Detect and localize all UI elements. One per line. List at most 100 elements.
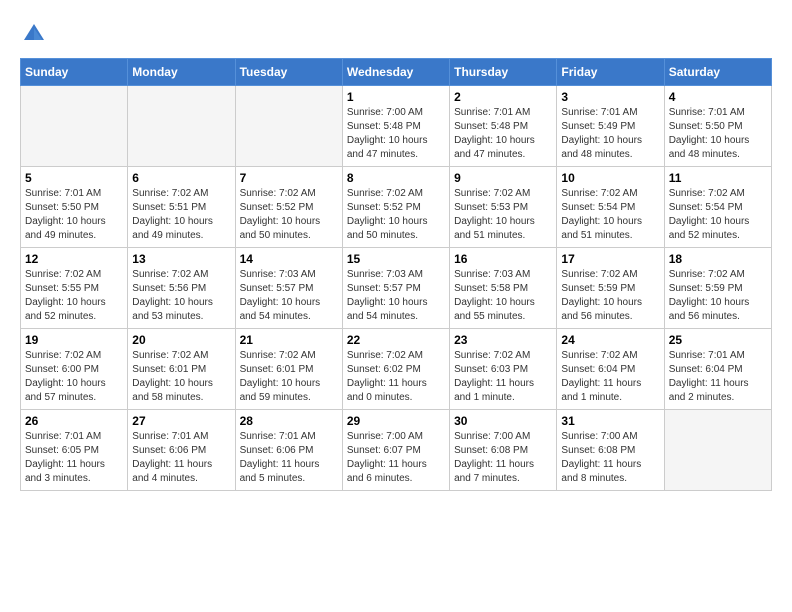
calendar-cell: 7 Sunrise: 7:02 AM Sunset: 5:52 PM Daylig… [235,167,342,248]
day-info: Sunrise: 7:01 AM Sunset: 6:06 PM Dayligh… [132,430,230,486]
day-number: 3 [561,90,659,104]
day-info: Sunrise: 7:03 AM Sunset: 5:57 PM Dayligh… [240,268,338,324]
day-header-sunday: Sunday [21,59,128,86]
day-number: 28 [240,414,338,428]
day-number: 29 [347,414,445,428]
calendar-week-3: 12 Sunrise: 7:02 AM Sunset: 5:55 PM Dayli… [21,248,772,329]
day-info: Sunrise: 7:02 AM Sunset: 5:55 PM Dayligh… [25,268,123,324]
calendar-cell: 10Sunrise: 7:02 AM Sunset: 5:54 PM Dayli… [557,167,664,248]
calendar-cell: 27 Sunrise: 7:01 AM Sunset: 6:06 PM Dayli… [128,410,235,491]
calendar-cell: 26 Sunrise: 7:01 AM Sunset: 6:05 PM Dayli… [21,410,128,491]
day-number: 26 [25,414,123,428]
calendar-cell: 3Sunrise: 7:01 AM Sunset: 5:49 PM Daylig… [557,86,664,167]
day-number: 11 [669,171,767,185]
day-number: 15 [347,252,445,266]
calendar-cell: 15 Sunrise: 7:03 AM Sunset: 5:57 PM Dayli… [342,248,449,329]
day-info: Sunrise: 7:02 AM Sunset: 5:54 PM Dayligh… [669,187,767,243]
day-info: Sunrise: 7:01 AM Sunset: 6:06 PM Dayligh… [240,430,338,486]
day-number: 13 [132,252,230,266]
day-info: Sunrise: 7:02 AM Sunset: 5:53 PM Dayligh… [454,187,552,243]
day-number: 23 [454,333,552,347]
day-info: Sunrise: 7:02 AM Sunset: 5:52 PM Dayligh… [347,187,445,243]
calendar-cell: 13 Sunrise: 7:02 AM Sunset: 5:56 PM Dayli… [128,248,235,329]
calendar-week-2: 5 Sunrise: 7:01 AM Sunset: 5:50 PM Daylig… [21,167,772,248]
calendar-cell: 17 Sunrise: 7:02 AM Sunset: 5:59 PM Dayli… [557,248,664,329]
day-number: 6 [132,171,230,185]
day-info: Sunrise: 7:02 AM Sunset: 5:56 PM Dayligh… [132,268,230,324]
calendar-cell: 23 Sunrise: 7:02 AM Sunset: 6:03 PM Dayli… [450,329,557,410]
day-info: Sunrise: 7:02 AM Sunset: 5:51 PM Dayligh… [132,187,230,243]
calendar-cell [21,86,128,167]
day-number: 25 [669,333,767,347]
calendar-cell: 22Sunrise: 7:02 AM Sunset: 6:02 PM Dayli… [342,329,449,410]
calendar-table: SundayMondayTuesdayWednesdayThursdayFrid… [20,58,772,491]
day-info: Sunrise: 7:01 AM Sunset: 6:05 PM Dayligh… [25,430,123,486]
day-info: Sunrise: 7:02 AM Sunset: 6:04 PM Dayligh… [561,349,659,405]
day-number: 19 [25,333,123,347]
calendar-cell: 31 Sunrise: 7:00 AM Sunset: 6:08 PM Dayli… [557,410,664,491]
calendar-cell: 2 Sunrise: 7:01 AM Sunset: 5:48 PM Daylig… [450,86,557,167]
day-number: 17 [561,252,659,266]
day-info: Sunrise: 7:02 AM Sunset: 6:03 PM Dayligh… [454,349,552,405]
day-info: Sunrise: 7:01 AM Sunset: 5:50 PM Dayligh… [669,106,767,162]
day-number: 22 [347,333,445,347]
day-info: Sunrise: 7:02 AM Sunset: 6:01 PM Dayligh… [240,349,338,405]
day-number: 18 [669,252,767,266]
day-info: Sunrise: 7:01 AM Sunset: 5:48 PM Dayligh… [454,106,552,162]
calendar-cell: 20 Sunrise: 7:02 AM Sunset: 6:01 PM Dayli… [128,329,235,410]
day-header-monday: Monday [128,59,235,86]
logo [20,20,52,48]
day-header-thursday: Thursday [450,59,557,86]
day-info: Sunrise: 7:03 AM Sunset: 5:58 PM Dayligh… [454,268,552,324]
day-number: 4 [669,90,767,104]
day-info: Sunrise: 7:02 AM Sunset: 5:59 PM Dayligh… [561,268,659,324]
calendar-cell: 28 Sunrise: 7:01 AM Sunset: 6:06 PM Dayli… [235,410,342,491]
day-number: 27 [132,414,230,428]
calendar-cell: 11 Sunrise: 7:02 AM Sunset: 5:54 PM Dayli… [664,167,771,248]
calendar-cell: 25 Sunrise: 7:01 AM Sunset: 6:04 PM Dayli… [664,329,771,410]
day-number: 21 [240,333,338,347]
calendar-cell: 1 Sunrise: 7:00 AM Sunset: 5:48 PM Daylig… [342,86,449,167]
day-number: 20 [132,333,230,347]
day-info: Sunrise: 7:02 AM Sunset: 5:52 PM Dayligh… [240,187,338,243]
day-number: 8 [347,171,445,185]
day-info: Sunrise: 7:00 AM Sunset: 5:48 PM Dayligh… [347,106,445,162]
day-number: 5 [25,171,123,185]
day-number: 16 [454,252,552,266]
day-info: Sunrise: 7:01 AM Sunset: 5:50 PM Dayligh… [25,187,123,243]
calendar-cell: 12 Sunrise: 7:02 AM Sunset: 5:55 PM Dayli… [21,248,128,329]
calendar-cell: 4 Sunrise: 7:01 AM Sunset: 5:50 PM Daylig… [664,86,771,167]
calendar-cell: 19 Sunrise: 7:02 AM Sunset: 6:00 PM Dayli… [21,329,128,410]
calendar-cell: 9Sunrise: 7:02 AM Sunset: 5:53 PM Daylig… [450,167,557,248]
calendar-cell: 24 Sunrise: 7:02 AM Sunset: 6:04 PM Dayli… [557,329,664,410]
calendar-week-5: 26 Sunrise: 7:01 AM Sunset: 6:05 PM Dayli… [21,410,772,491]
day-info: Sunrise: 7:00 AM Sunset: 6:07 PM Dayligh… [347,430,445,486]
day-number: 12 [25,252,123,266]
day-header-friday: Friday [557,59,664,86]
calendar-cell: 5 Sunrise: 7:01 AM Sunset: 5:50 PM Daylig… [21,167,128,248]
day-number: 2 [454,90,552,104]
calendar-cell: 30 Sunrise: 7:00 AM Sunset: 6:08 PM Dayli… [450,410,557,491]
day-header-tuesday: Tuesday [235,59,342,86]
day-info: Sunrise: 7:00 AM Sunset: 6:08 PM Dayligh… [561,430,659,486]
logo-icon [20,20,48,48]
calendar-cell [128,86,235,167]
day-info: Sunrise: 7:01 AM Sunset: 6:04 PM Dayligh… [669,349,767,405]
day-info: Sunrise: 7:02 AM Sunset: 6:01 PM Dayligh… [132,349,230,405]
day-number: 1 [347,90,445,104]
day-info: Sunrise: 7:02 AM Sunset: 5:54 PM Dayligh… [561,187,659,243]
calendar-cell: 18 Sunrise: 7:02 AM Sunset: 5:59 PM Dayli… [664,248,771,329]
day-number: 24 [561,333,659,347]
day-number: 14 [240,252,338,266]
calendar-cell: 16 Sunrise: 7:03 AM Sunset: 5:58 PM Dayli… [450,248,557,329]
day-info: Sunrise: 7:00 AM Sunset: 6:08 PM Dayligh… [454,430,552,486]
calendar-cell: 29 Sunrise: 7:00 AM Sunset: 6:07 PM Dayli… [342,410,449,491]
calendar-cell: 8 Sunrise: 7:02 AM Sunset: 5:52 PM Daylig… [342,167,449,248]
page-header [20,20,772,48]
day-number: 31 [561,414,659,428]
day-number: 30 [454,414,552,428]
day-info: Sunrise: 7:02 AM Sunset: 6:00 PM Dayligh… [25,349,123,405]
day-info: Sunrise: 7:02 AM Sunset: 5:59 PM Dayligh… [669,268,767,324]
day-info: Sunrise: 7:03 AM Sunset: 5:57 PM Dayligh… [347,268,445,324]
day-number: 7 [240,171,338,185]
